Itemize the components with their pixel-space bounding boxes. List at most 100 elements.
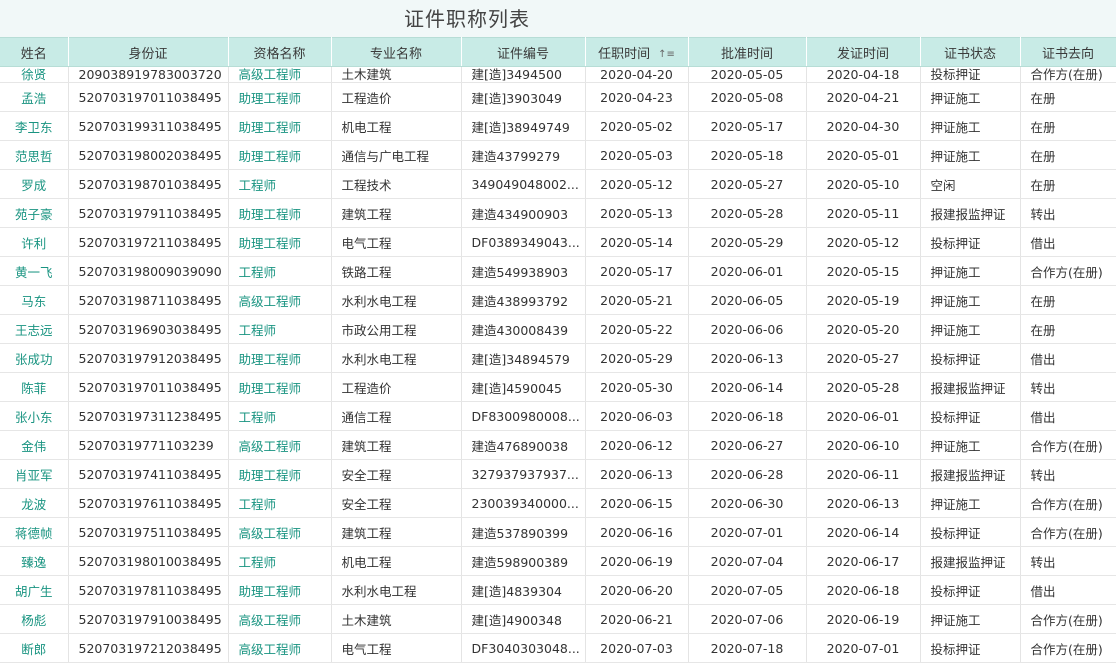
table-row[interactable]: 臻逸 520703198010038495 工程师 机电工程 建造598900389 20… (0, 546, 1116, 576)
table-row[interactable]: 蒋德帧 520703197511038495 高级工程师 建筑工程 建造53789039… (0, 517, 1116, 547)
cell-id-card: 520703197910038495 (68, 604, 229, 634)
column-header-cert-destination[interactable]: 证书去向 (1020, 37, 1116, 67)
cell-name[interactable]: 肖亚军 (0, 459, 69, 489)
cell-name[interactable]: 范思哲 (0, 140, 69, 170)
cell-name[interactable]: 许利 (0, 227, 69, 257)
table-row[interactable]: 胡广生 520703197811038495 助理工程师 水利水电工程 建[造]4839… (0, 575, 1116, 605)
cell-qualification[interactable]: 工程师 (228, 546, 332, 576)
column-header-id-card[interactable]: 身份证 (68, 37, 229, 67)
cell-qualification[interactable]: 高级工程师 (228, 633, 332, 663)
cell-qualification[interactable]: 高级工程师 (228, 430, 332, 460)
cell-qualification[interactable]: 工程师 (228, 256, 332, 286)
cell-cert-status: 投标押证 (920, 227, 1021, 257)
table-row[interactable]: 苑子豪 520703197911038495 助理工程师 建筑工程 建造43490090… (0, 198, 1116, 228)
sort-ascending-icon[interactable]: ↑≡ (658, 49, 675, 60)
cell-qualification[interactable]: 高级工程师 (228, 517, 332, 547)
cell-qualification[interactable]: 助理工程师 (228, 575, 332, 605)
table-row[interactable]: 杨彪 520703197910038495 高级工程师 土木建筑 建[造]4900348… (0, 604, 1116, 634)
table-row[interactable]: 断郎 520703197212038495 高级工程师 电气工程 DF304030304… (0, 633, 1116, 663)
cell-cert-status: 押证施工 (920, 82, 1021, 112)
cell-qualification[interactable]: 助理工程师 (228, 459, 332, 489)
table-row[interactable]: 许利 520703197211038495 助理工程师 电气工程 DF038934904… (0, 227, 1116, 257)
cell-qualification[interactable]: 助理工程师 (228, 372, 332, 402)
table-row[interactable]: 李卫东 520703199311038495 助理工程师 机电工程 建[造]389497… (0, 111, 1116, 141)
table-row[interactable]: 徐贤 209038919783003720 高级工程师 土木建筑 建[造]3494500… (0, 66, 1116, 83)
cell-issue-date: 2020-06-13 (806, 488, 921, 518)
table-row[interactable]: 张小东 520703197311238495 工程师 通信工程 DF8300980008… (0, 401, 1116, 431)
cell-qualification[interactable]: 高级工程师 (228, 66, 332, 83)
column-header-qualification[interactable]: 资格名称 (228, 37, 332, 67)
table-row[interactable]: 罗成 520703198701038495 工程师 工程技术 349049048002.… (0, 169, 1116, 199)
cell-cert-status: 投标押证 (920, 517, 1021, 547)
cell-issue-date: 2020-05-27 (806, 343, 921, 373)
cell-cert-status: 投标押证 (920, 66, 1021, 83)
column-header-name[interactable]: 姓名 (0, 37, 69, 67)
cell-name[interactable]: 黄一飞 (0, 256, 69, 286)
cell-qualification[interactable]: 助理工程师 (228, 82, 332, 112)
table-row[interactable]: 张成功 520703197912038495 助理工程师 水利水电工程 建[造]3489… (0, 343, 1116, 373)
cell-appointment-date: 2020-06-13 (585, 459, 689, 489)
table-row[interactable]: 陈菲 520703197011038495 助理工程师 工程造价 建[造]4590045… (0, 372, 1116, 402)
column-header-issue-date[interactable]: 发证时间 (806, 37, 921, 67)
cell-name[interactable]: 苑子豪 (0, 198, 69, 228)
cell-qualification[interactable]: 助理工程师 (228, 343, 332, 373)
table-row[interactable]: 范思哲 520703198002038495 助理工程师 通信与广电工程 建造43799… (0, 140, 1116, 170)
cell-qualification[interactable]: 工程师 (228, 169, 332, 199)
cell-name[interactable]: 张成功 (0, 343, 69, 373)
column-header-appointment-date-label: 任职时间 (598, 46, 651, 62)
cell-name[interactable]: 杨彪 (0, 604, 69, 634)
cell-name[interactable]: 金伟 (0, 430, 69, 460)
table-row[interactable]: 龙波 520703197611038495 工程师 安全工程 230039340000.… (0, 488, 1116, 518)
cell-name[interactable]: 马东 (0, 285, 69, 315)
cell-id-card: 520703197212038495 (68, 633, 229, 663)
cell-issue-date: 2020-06-01 (806, 401, 921, 431)
cell-qualification[interactable]: 高级工程师 (228, 604, 332, 634)
cell-issue-date: 2020-06-11 (806, 459, 921, 489)
table-row[interactable]: 孟浩 520703197011038495 助理工程师 工程造价 建[造]3903049… (0, 82, 1116, 112)
column-header-appointment-date[interactable]: 任职时间 ↑≡ (585, 37, 689, 67)
cell-name[interactable]: 蒋德帧 (0, 517, 69, 547)
cell-name[interactable]: 孟浩 (0, 82, 69, 112)
cell-cert-number: 建[造]34894579 (461, 343, 586, 373)
cell-major: 工程技术 (331, 169, 462, 199)
cell-name[interactable]: 王志远 (0, 314, 69, 344)
column-header-cert-status[interactable]: 证书状态 (920, 37, 1021, 67)
cell-name[interactable]: 龙波 (0, 488, 69, 518)
cell-name[interactable]: 胡广生 (0, 575, 69, 605)
cell-major: 工程造价 (331, 372, 462, 402)
cell-qualification[interactable]: 高级工程师 (228, 285, 332, 315)
cell-cert-status: 押证施工 (920, 140, 1021, 170)
cell-major: 安全工程 (331, 488, 462, 518)
cell-name[interactable]: 张小东 (0, 401, 69, 431)
column-header-approval-date[interactable]: 批准时间 (688, 37, 807, 67)
cell-cert-destination: 在册 (1020, 285, 1116, 315)
column-header-major[interactable]: 专业名称 (331, 37, 462, 67)
cell-appointment-date: 2020-07-03 (585, 633, 689, 663)
cell-qualification[interactable]: 工程师 (228, 401, 332, 431)
cell-name[interactable]: 徐贤 (0, 66, 69, 83)
cell-name[interactable]: 臻逸 (0, 546, 69, 576)
cell-qualification[interactable]: 助理工程师 (228, 227, 332, 257)
cell-appointment-date: 2020-05-12 (585, 169, 689, 199)
cell-qualification[interactable]: 助理工程师 (228, 140, 332, 170)
table-row[interactable]: 马东 520703198711038495 高级工程师 水利水电工程 建造4389937… (0, 285, 1116, 315)
cell-name[interactable]: 陈菲 (0, 372, 69, 402)
cell-qualification[interactable]: 工程师 (228, 488, 332, 518)
column-header-cert-number[interactable]: 证件编号 (461, 37, 586, 67)
cell-cert-status: 押证施工 (920, 285, 1021, 315)
certificate-table-container[interactable]: 姓名 身份证 资格名称 专业名称 证件编号 任职时间 ↑≡ 批准时间 发证时间 证… (0, 37, 1116, 668)
cell-major: 水利水电工程 (331, 575, 462, 605)
cell-name[interactable]: 断郎 (0, 633, 69, 663)
cell-name[interactable]: 李卫东 (0, 111, 69, 141)
cell-cert-number: 建造476890038 (461, 430, 586, 460)
cell-qualification[interactable]: 助理工程师 (228, 111, 332, 141)
cell-qualification[interactable]: 工程师 (228, 314, 332, 344)
table-row[interactable]: 王志远 520703196903038495 工程师 市政公用工程 建造43000843… (0, 314, 1116, 344)
cell-cert-number: 建[造]4590045 (461, 372, 586, 402)
table-row[interactable]: 黄一飞 520703198009039090 工程师 铁路工程 建造549938903 2… (0, 256, 1116, 286)
table-row[interactable]: 肖亚军 520703197411038495 助理工程师 安全工程 3279379379… (0, 459, 1116, 489)
table-row[interactable]: 金伟 52070319771103239 高级工程师 建筑工程 建造476890038 2… (0, 430, 1116, 460)
cell-name[interactable]: 罗成 (0, 169, 69, 199)
cell-cert-number: 建造430008439 (461, 314, 586, 344)
cell-qualification[interactable]: 助理工程师 (228, 198, 332, 228)
